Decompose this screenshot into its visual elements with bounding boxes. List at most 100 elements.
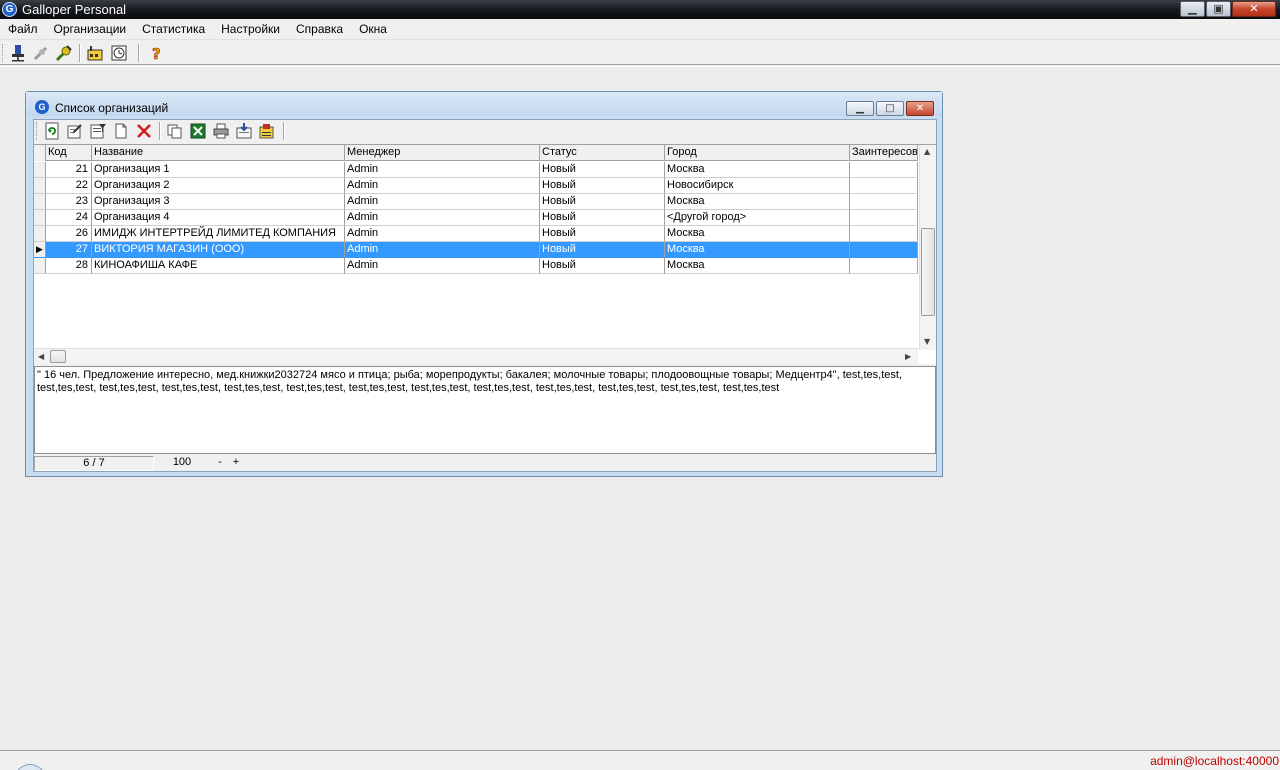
window-logo-icon: G [35, 100, 49, 114]
window-title: Список организаций [55, 101, 169, 115]
header-interested[interactable]: Заинтересов [850, 145, 918, 161]
horizontal-scroll-thumb[interactable] [50, 350, 66, 363]
organizations-window-titlebar[interactable]: G Список организаций ▁ □ ✕ [26, 92, 942, 116]
cell-interested [850, 178, 918, 194]
organizations-window-body: Код Название Менеджер Статус Город Заинт… [33, 119, 937, 472]
menu-help[interactable]: Справка [288, 22, 351, 36]
table-row[interactable]: 26 ИМИДЖ ИНТЕРТРЕЙД ЛИМИТЕД КОМПАНИЯ Adm… [34, 226, 918, 242]
cell-manager: Admin [345, 178, 540, 194]
row-indicator [34, 194, 46, 210]
scroll-down-icon[interactable]: ▼ [924, 337, 930, 346]
menu-statistics[interactable]: Статистика [134, 22, 213, 36]
svg-text:?: ? [152, 45, 161, 62]
menu-settings[interactable]: Настройки [213, 22, 288, 36]
minimize-icon: ▁ [1188, 2, 1197, 15]
table-row[interactable]: 21 Организация 1 Admin Новый Москва [34, 162, 918, 178]
toolbar-separator [283, 122, 285, 140]
cell-city: Москва [665, 242, 850, 258]
table-row[interactable]: 28 КИНОАФИША КАФЕ Admin Новый Москва [34, 258, 918, 274]
cell-manager: Admin [345, 242, 540, 258]
row-indicator [34, 162, 46, 178]
print-icon[interactable] [212, 122, 230, 140]
help-icon[interactable]: ? [147, 44, 165, 62]
app-titlebar: G Galloper Personal ▁ ▣ ✕ [0, 0, 1280, 19]
window-controls: ▁ ▣ ✕ [1179, 1, 1276, 17]
cell-interested [850, 210, 918, 226]
cell-city: <Другой город> [665, 210, 850, 226]
window-close-button[interactable]: ✕ [906, 101, 934, 116]
toolbar-grip[interactable] [2, 44, 5, 62]
cell-code: 22 [46, 178, 92, 194]
window-minimize-button[interactable]: ▁ [846, 101, 874, 116]
grid-vertical-scrollbar[interactable]: ▲ ▼ [919, 145, 936, 350]
close-button[interactable]: ✕ [1232, 1, 1276, 17]
minimize-button[interactable]: ▁ [1180, 1, 1205, 17]
cell-manager: Admin [345, 258, 540, 274]
maximize-icon: □ [885, 103, 895, 114]
scroll-right-icon[interactable]: ▶ [905, 352, 911, 361]
cell-status: Новый [540, 258, 665, 274]
row-indicator [34, 258, 46, 274]
scroll-up-icon[interactable]: ▲ [924, 147, 930, 156]
header-city[interactable]: Город [665, 145, 850, 161]
new-document-icon[interactable] [112, 122, 130, 140]
table-row-selected[interactable]: ▶ 27 ВИКТОРИЯ МАГАЗИН (ООО) Admin Новый … [34, 242, 918, 258]
header-status[interactable]: Статус [540, 145, 665, 161]
cell-manager: Admin [345, 194, 540, 210]
row-indicator [34, 178, 46, 194]
cell-code: 23 [46, 194, 92, 210]
cell-status: Новый [540, 162, 665, 178]
edit-icon[interactable] [66, 122, 84, 140]
menu-organizations[interactable]: Организации [46, 22, 135, 36]
row-indicator [34, 210, 46, 226]
connect-icon[interactable] [9, 44, 27, 62]
zoom-value: 100 [172, 456, 192, 468]
cell-status: Новый [540, 210, 665, 226]
restore-icon: ▣ [1213, 2, 1224, 15]
delete-icon[interactable] [135, 122, 153, 140]
table-row[interactable]: 24 Организация 4 Admin Новый <Другой гор… [34, 210, 918, 226]
organizations-statusbar: 6 / 7 100 - + [34, 456, 936, 471]
clock-icon[interactable] [110, 44, 128, 62]
refresh-icon[interactable] [43, 122, 61, 140]
copy-icon[interactable] [166, 122, 184, 140]
scroll-left-icon[interactable]: ◀ [38, 352, 44, 361]
organizations-window: G Список организаций ▁ □ ✕ Код Название … [25, 91, 943, 477]
factory-icon[interactable] [86, 44, 104, 62]
cell-interested [850, 242, 918, 258]
header-code[interactable]: Код [46, 145, 92, 161]
filter-icon[interactable] [89, 122, 107, 140]
report-icon[interactable] [258, 122, 276, 140]
zoom-out-button[interactable]: - [214, 456, 226, 471]
toolbar-separator [79, 44, 81, 62]
cell-status: Новый [540, 226, 665, 242]
vertical-scroll-thumb[interactable] [921, 228, 935, 316]
menu-file[interactable]: Файл [0, 22, 46, 36]
cell-code: 28 [46, 258, 92, 274]
export-icon[interactable] [235, 122, 253, 140]
cell-code: 24 [46, 210, 92, 226]
table-row[interactable]: 23 Организация 3 Admin Новый Москва [34, 194, 918, 210]
grid-horizontal-scrollbar[interactable]: ◀ ▶ [34, 348, 918, 364]
cell-status: Новый [540, 194, 665, 210]
zoom-in-button[interactable]: + [230, 456, 242, 471]
plugin-icon[interactable] [55, 44, 73, 62]
disconnect-icon[interactable] [32, 44, 50, 62]
restore-button[interactable]: ▣ [1206, 1, 1231, 17]
cell-interested [850, 194, 918, 210]
cell-name: ВИКТОРИЯ МАГАЗИН (ООО) [92, 242, 345, 258]
window-maximize-button[interactable]: □ [876, 101, 904, 116]
cell-code: 26 [46, 226, 92, 242]
cell-manager: Admin [345, 210, 540, 226]
excel-icon[interactable] [189, 122, 207, 140]
header-name[interactable]: Название [92, 145, 345, 161]
organizations-toolbar [34, 120, 936, 143]
comment-memo[interactable]: " 16 чел. Предложение интересно, мед.кни… [34, 366, 936, 454]
toolbar-grip[interactable] [36, 122, 39, 140]
memo-line: " 16 чел. Предложение интересно, мед.кни… [37, 369, 902, 381]
table-row[interactable]: 22 Организация 2 Admin Новый Новосибирск [34, 178, 918, 194]
menu-windows[interactable]: Окна [351, 22, 395, 36]
menu-bar: Файл Организации Статистика Настройки Сп… [0, 19, 1280, 40]
header-manager[interactable]: Менеджер [345, 145, 540, 161]
close-icon: ✕ [915, 103, 925, 114]
